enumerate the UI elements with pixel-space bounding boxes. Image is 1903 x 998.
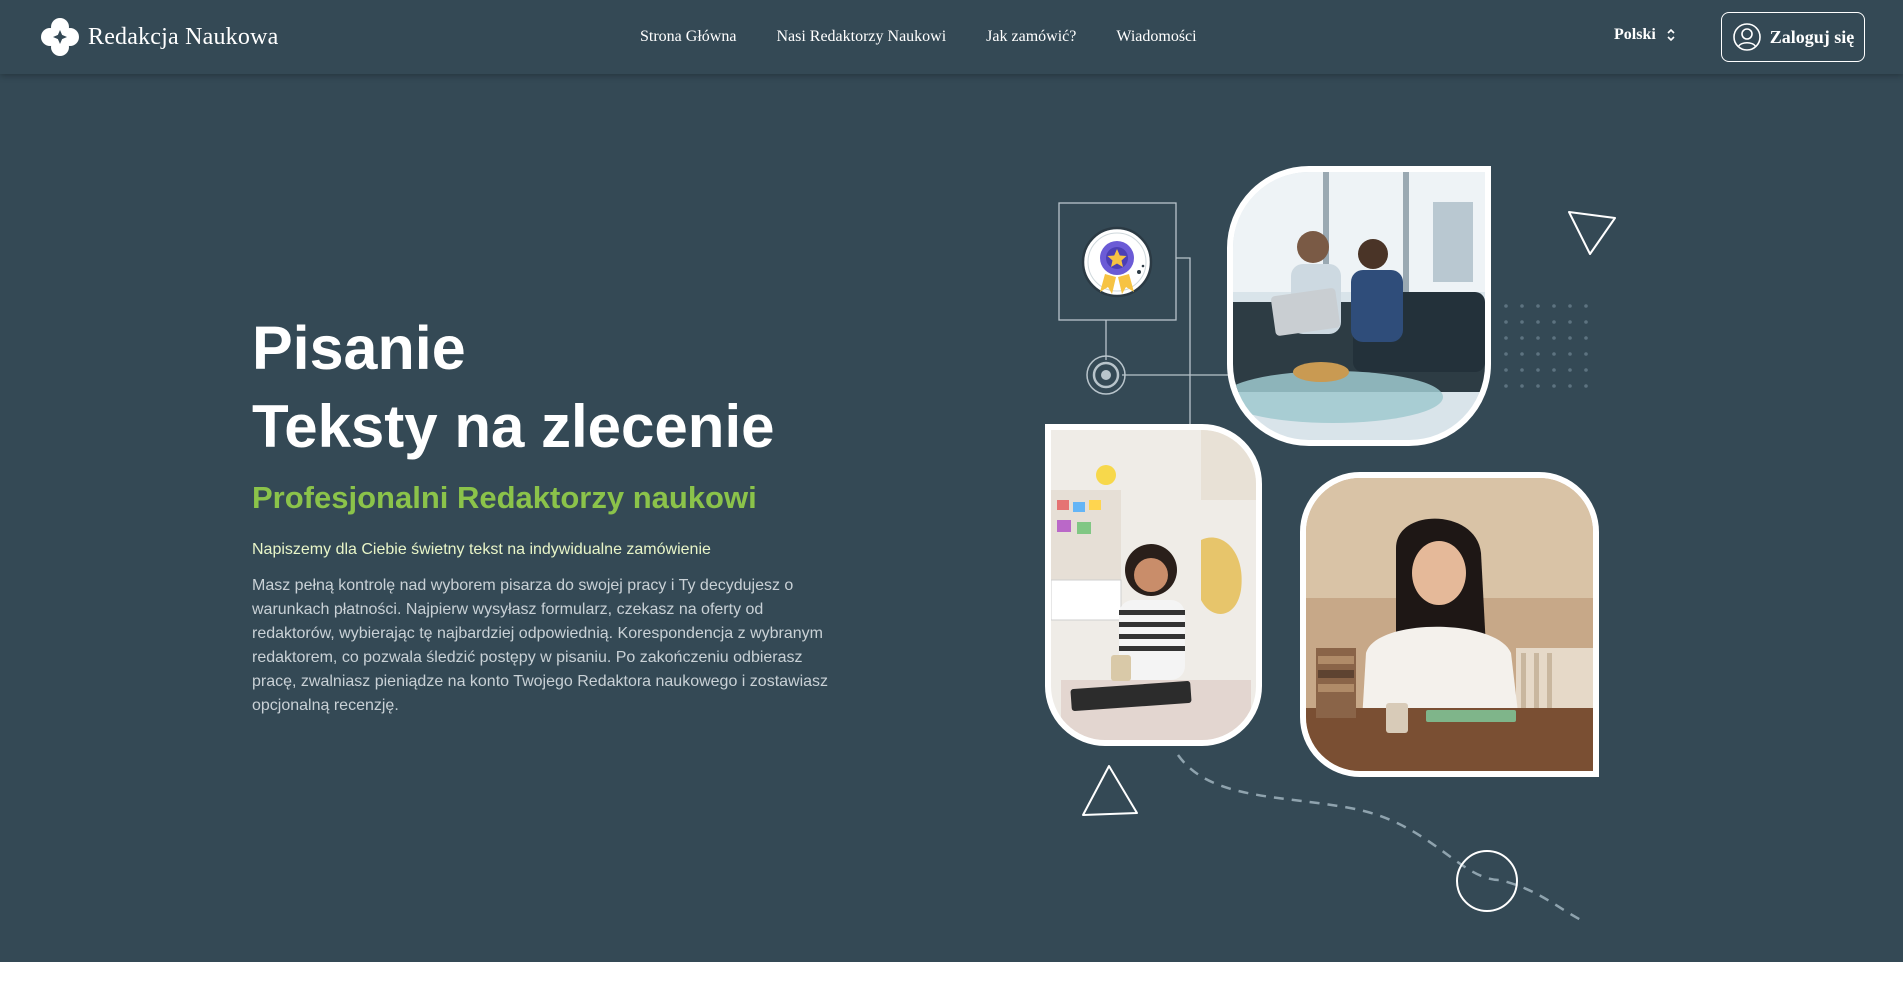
photo-woman-laptop-art — [1306, 478, 1593, 771]
hero-lead: Napiszemy dla Ciebie świetny tekst na in… — [252, 541, 711, 558]
photo-woman-drawing — [1045, 424, 1262, 746]
login-button[interactable]: Zaloguj się — [1721, 12, 1865, 62]
photo-business-meeting-art — [1233, 172, 1485, 440]
hero-title: Pisanie — [252, 314, 466, 382]
top-navbar: Redakcja Naukowa Strona Główna Nasi Reda… — [0, 0, 1903, 74]
nav-link-home[interactable]: Strona Główna — [640, 28, 736, 46]
photo-woman-laptop — [1300, 472, 1599, 777]
brand-logo-link[interactable]: Redakcja Naukowa — [40, 17, 278, 57]
brand-name: Redakcja Naukowa — [88, 23, 279, 50]
hero-title-secondary: Teksty na zlecenie — [252, 393, 775, 460]
brand-logo-icon — [41, 18, 79, 56]
nav-link-editors[interactable]: Nasi Redaktorzy Naukowi — [776, 28, 946, 46]
login-label: Zaloguj się — [1769, 26, 1855, 47]
user-circle-icon — [1732, 23, 1761, 51]
main-nav: Strona Główna Nasi Redaktorzy Naukowi Ja… — [640, 0, 1237, 74]
hero-description: Masz pełną kontrolę nad wyborem pisarza … — [252, 577, 829, 714]
hero-subtitle: Profesjonalni Redaktorzy naukowi — [252, 480, 757, 515]
nav-link-how-to-order[interactable]: Jak zamówić? — [986, 28, 1076, 46]
next-section-strip — [0, 962, 1903, 998]
language-label: Polski — [1614, 26, 1656, 43]
language-selector[interactable]: Polski — [1614, 26, 1676, 44]
photo-business-meeting — [1227, 166, 1491, 446]
page: Redakcja Naukowa Strona Główna Nasi Reda… — [0, 0, 1903, 998]
chevron-up-down-icon — [1667, 28, 1675, 42]
hero-text-block: Pisanie Teksty na zlecenie Profesjonalni… — [252, 310, 832, 718]
nav-link-messages[interactable]: Wiadomości — [1116, 28, 1196, 46]
photo-woman-drawing-art — [1051, 430, 1256, 740]
